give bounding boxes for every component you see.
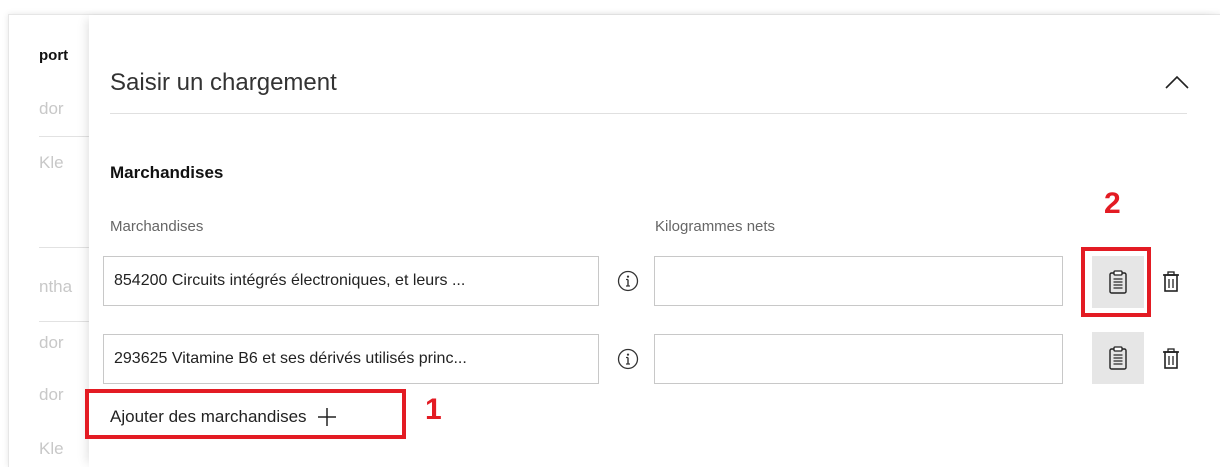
- clipboard-button[interactable]: [1092, 332, 1144, 384]
- background-divider: [39, 247, 89, 248]
- background-item: Kle: [39, 153, 64, 172]
- chevron-up-icon[interactable]: [1163, 73, 1191, 91]
- background-item: ntha: [39, 277, 73, 296]
- annotation-number-2: 2: [1104, 187, 1121, 220]
- title-divider: [110, 113, 1187, 114]
- background-divider: [39, 136, 89, 137]
- goods-value: 854200 Circuits intégrés électroniques, …: [114, 272, 466, 289]
- trash-icon[interactable]: [1162, 348, 1180, 370]
- weight-input[interactable]: [654, 334, 1063, 384]
- background-item: dor: [39, 385, 64, 404]
- info-icon[interactable]: [617, 348, 639, 370]
- goods-input[interactable]: 854200 Circuits intégrés électroniques, …: [103, 256, 599, 306]
- info-icon[interactable]: [617, 270, 639, 292]
- annotation-box-2: [1081, 247, 1151, 317]
- annotation-box-1: [85, 389, 406, 439]
- weight-input[interactable]: [654, 256, 1063, 306]
- goods-input[interactable]: 293625 Vitamine B6 et ses dérivés utilis…: [103, 334, 599, 384]
- weight-label: Kilogrammes nets: [655, 218, 776, 235]
- background-divider: [39, 321, 89, 322]
- background-list: port dor Kle ntha dor dor Kle: [9, 15, 89, 467]
- section-title: Marchandises: [110, 163, 224, 182]
- app-frame: port dor Kle ntha dor dor Kle Saisir un …: [8, 14, 1220, 467]
- trash-icon[interactable]: [1162, 271, 1180, 293]
- background-item: dor: [39, 99, 64, 118]
- background-item: Kle: [39, 439, 64, 458]
- goods-label: Marchandises: [110, 218, 204, 235]
- annotation-number-1: 1: [425, 393, 442, 426]
- panel-title: Saisir un chargement: [110, 69, 337, 96]
- background-item: port: [39, 47, 69, 64]
- background-item: dor: [39, 333, 64, 352]
- clipboard-icon: [1109, 346, 1127, 370]
- goods-value: 293625 Vitamine B6 et ses dérivés utilis…: [114, 350, 467, 367]
